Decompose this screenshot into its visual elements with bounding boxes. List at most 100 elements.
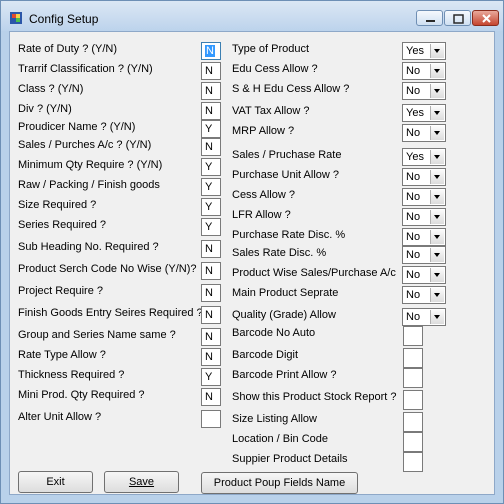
yes-no-select[interactable]: No <box>402 124 446 142</box>
window-title: Config Setup <box>29 12 99 26</box>
option-input[interactable] <box>403 390 423 410</box>
yn-value: N <box>205 287 213 299</box>
select-value: Yes <box>406 151 424 163</box>
yes-no-select[interactable]: No <box>402 286 446 304</box>
yes-no-select[interactable]: No <box>402 246 446 264</box>
select-value: No <box>406 249 421 261</box>
yn-input[interactable]: Y <box>201 198 221 216</box>
yn-input[interactable]: Y <box>201 368 221 386</box>
chevron-down-icon[interactable] <box>430 190 444 204</box>
yes-no-select[interactable]: No <box>402 168 446 186</box>
close-button[interactable] <box>472 10 499 26</box>
yn-input[interactable]: Y <box>201 120 221 138</box>
left-option-label: Mini Prod. Qty Required ? <box>18 389 145 401</box>
yes-no-select[interactable]: No <box>402 208 446 226</box>
yes-no-select[interactable]: Yes <box>402 42 446 60</box>
chevron-down-icon[interactable] <box>430 84 444 98</box>
right-option-label: Sales / Pruchase Rate <box>232 149 342 161</box>
select-value: Yes <box>406 107 424 119</box>
yn-input[interactable]: N <box>201 138 221 156</box>
option-input[interactable] <box>403 368 423 388</box>
right-checkbox-label: Location / Bin Code <box>232 433 329 445</box>
left-option-label: Minimum Qty Require ? (Y/N) <box>18 159 163 171</box>
yn-input[interactable] <box>201 410 221 428</box>
yes-no-select[interactable]: Yes <box>402 104 446 122</box>
chevron-down-icon[interactable] <box>430 210 444 224</box>
minimize-button[interactable] <box>416 10 443 26</box>
yn-input[interactable]: N <box>201 348 221 366</box>
yn-input[interactable]: N <box>201 102 221 120</box>
chevron-down-icon[interactable] <box>430 230 444 244</box>
left-option-label: Rate of Duty ? (Y/N) <box>18 43 118 55</box>
yn-input[interactable]: N <box>201 284 221 302</box>
yn-input[interactable]: N <box>201 306 221 324</box>
chevron-down-icon[interactable] <box>430 150 444 164</box>
right-checkbox-label: Barcode Digit <box>232 349 299 361</box>
chevron-down-icon[interactable] <box>430 268 444 282</box>
left-option-label: Group and Series Name same ? <box>18 329 176 341</box>
chevron-down-icon[interactable] <box>430 310 444 324</box>
right-checkbox-label: Barcode Print Allow ? <box>232 369 337 381</box>
yn-input[interactable]: N <box>201 328 221 346</box>
yn-input[interactable]: N <box>201 82 221 100</box>
yn-input[interactable]: N <box>201 42 221 60</box>
right-option-label: MRP Allow ? <box>232 125 295 137</box>
yn-value: N <box>205 45 215 57</box>
product-popup-fields-button[interactable]: Product Poup Fields Name <box>201 472 358 494</box>
chevron-down-icon[interactable] <box>430 288 444 302</box>
yn-input[interactable]: N <box>201 262 221 280</box>
option-input[interactable] <box>403 432 423 452</box>
select-value: No <box>406 269 421 281</box>
right-option-label: Product Wise Sales/Purchase A/c <box>232 267 396 279</box>
right-checkbox-label: Show this Product Stock Report ? <box>232 391 397 403</box>
left-option-label: Rate Type Allow ? <box>18 349 106 361</box>
yes-no-select[interactable]: No <box>402 188 446 206</box>
right-option-label: Quality (Grade) Allow <box>232 309 336 321</box>
yes-no-select[interactable]: No <box>402 228 446 246</box>
chevron-down-icon[interactable] <box>430 170 444 184</box>
option-input[interactable] <box>403 326 423 346</box>
yn-value: N <box>205 65 213 77</box>
right-option-label: VAT Tax Allow ? <box>232 105 310 117</box>
maximize-button[interactable] <box>444 10 471 26</box>
option-input[interactable] <box>403 348 423 368</box>
select-value: Yes <box>406 45 424 57</box>
select-value: No <box>406 85 421 97</box>
yes-no-select[interactable]: No <box>402 62 446 80</box>
chevron-down-icon[interactable] <box>430 126 444 140</box>
right-option-label: Cess Allow ? <box>232 189 295 201</box>
right-checkbox-label: Suppier Product Details <box>232 453 348 465</box>
left-option-label: Size Required ? <box>18 199 97 211</box>
right-checkbox-label: Size Listing Allow <box>232 413 317 425</box>
yn-value: N <box>205 85 213 97</box>
chevron-down-icon[interactable] <box>430 44 444 58</box>
yn-value: N <box>205 105 213 117</box>
chevron-down-icon[interactable] <box>430 106 444 120</box>
option-input[interactable] <box>403 412 423 432</box>
yn-input[interactable]: N <box>201 388 221 406</box>
yn-input[interactable]: Y <box>201 158 221 176</box>
yes-no-select[interactable]: No <box>402 308 446 326</box>
option-input[interactable] <box>403 452 423 472</box>
select-value: No <box>406 289 421 301</box>
chevron-down-icon[interactable] <box>430 248 444 262</box>
left-option-label: Finish Goods Entry Seires Required ? <box>18 307 203 319</box>
left-option-label: Series Required ? <box>18 219 107 231</box>
right-checkbox-label: Barcode No Auto <box>232 327 316 339</box>
chevron-down-icon[interactable] <box>430 64 444 78</box>
config-setup-window: Config Setup Rate of Duty ? (Y/N) N Trarri… <box>0 0 504 504</box>
save-button[interactable]: Save <box>104 471 179 493</box>
yes-no-select[interactable]: Yes <box>402 148 446 166</box>
yn-input[interactable]: Y <box>201 218 221 236</box>
yn-input[interactable]: N <box>201 62 221 80</box>
yn-value: Y <box>205 123 213 135</box>
exit-button[interactable]: Exit <box>18 471 93 493</box>
yn-input[interactable]: Y <box>201 178 221 196</box>
select-value: No <box>406 127 421 139</box>
yes-no-select[interactable]: No <box>402 82 446 100</box>
settings-panel: Rate of Duty ? (Y/N) N Trarrif Classificat… <box>9 31 495 495</box>
yes-no-select[interactable]: No <box>402 266 446 284</box>
yn-input[interactable]: N <box>201 240 221 258</box>
yn-value: Y <box>205 221 213 233</box>
left-option-label: Alter Unit Allow ? <box>18 411 102 423</box>
